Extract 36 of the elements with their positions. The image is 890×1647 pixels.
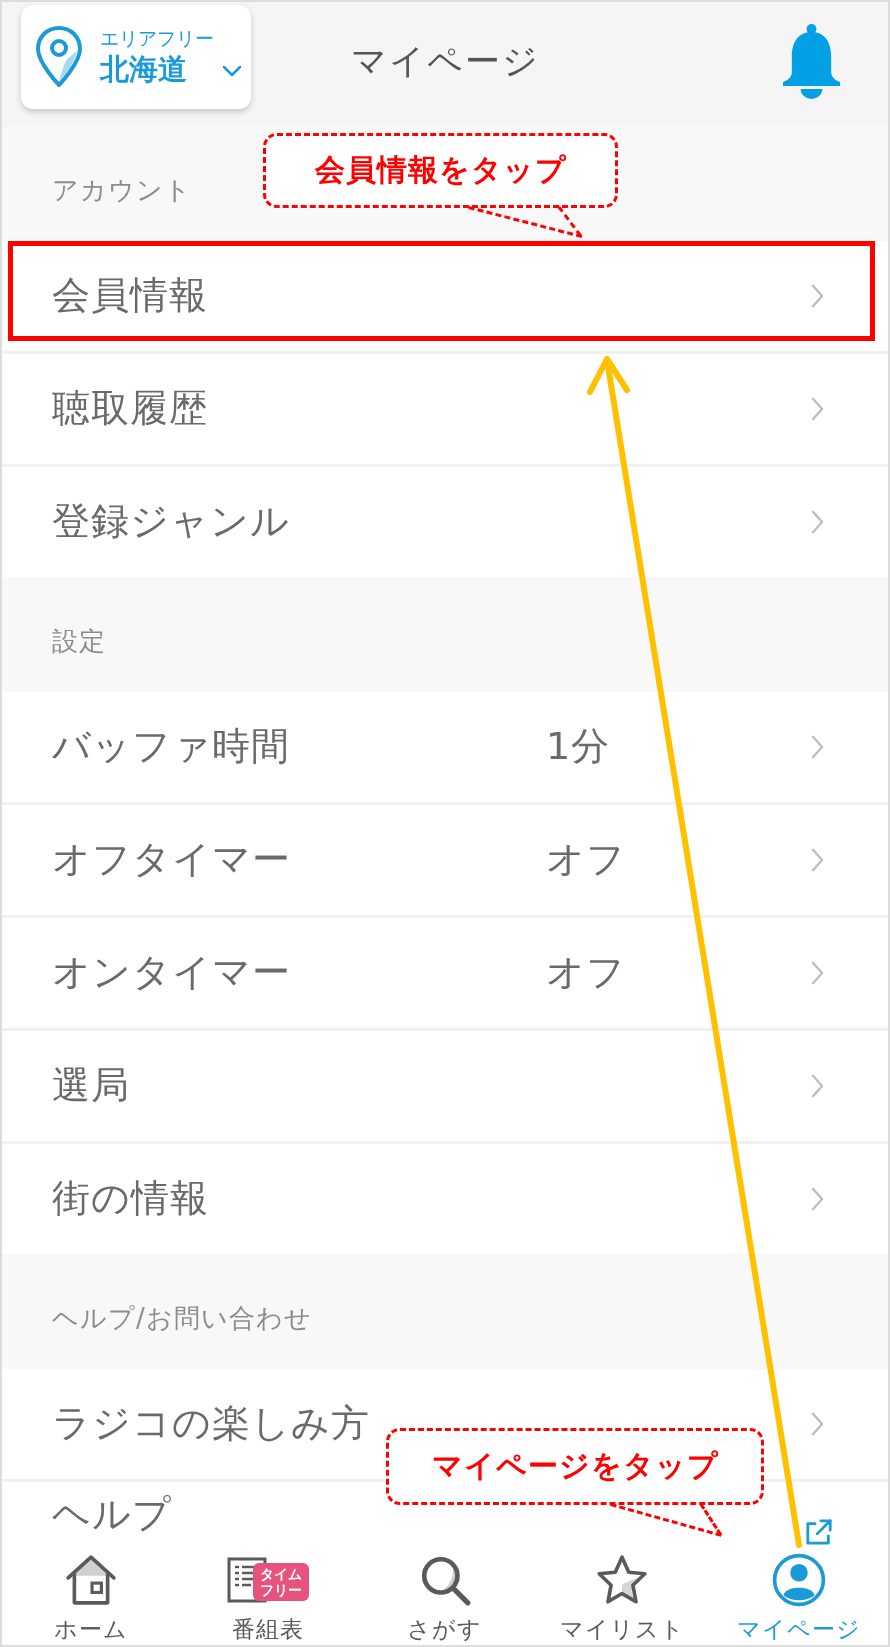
nav-tab[interactable]: さがす (356, 1545, 534, 1645)
chevron-down-icon (222, 65, 242, 77)
menu-row[interactable]: 街の情報 (2, 1144, 888, 1254)
menu-row[interactable]: オフタイマー オフ (2, 805, 888, 915)
nav-tab[interactable]: タイムフリー 番組表 (179, 1545, 357, 1645)
section-title: アカウント (52, 174, 192, 207)
chevron-right-icon (811, 284, 824, 308)
menu-row[interactable]: オンタイマー オフ (2, 918, 888, 1028)
area-selector[interactable]: エリアフリー 北海道 (21, 5, 251, 109)
chevron-right-icon (811, 848, 824, 872)
chevron-right-icon (811, 1074, 824, 1098)
menu-row[interactable]: 選局 (2, 1031, 888, 1141)
chevron-right-icon (811, 397, 824, 421)
chevron-right-icon (811, 1412, 824, 1436)
chevron-right-icon (811, 1187, 824, 1211)
nav-tab[interactable]: マイページ (710, 1545, 888, 1645)
map-pin-icon (34, 25, 84, 89)
page-title: マイページ (350, 39, 540, 83)
star-icon (595, 1553, 650, 1607)
chevron-right-icon (811, 961, 824, 985)
hint-tooltip: 会員情報をタップ (263, 133, 618, 240)
menu-row[interactable]: 会員情報 (2, 241, 888, 351)
chevron-right-icon (811, 510, 824, 534)
section-title: ヘルプ/お問い合わせ (52, 1302, 312, 1335)
external-link-icon (804, 1518, 834, 1545)
notification-bell-icon[interactable] (780, 22, 843, 100)
section-title: 設定 (52, 625, 106, 658)
menu-row[interactable]: 登録ジャンル (2, 467, 888, 577)
chevron-right-icon (811, 735, 824, 759)
menu-row[interactable]: 聴取履歴 (2, 354, 888, 464)
menu-row[interactable]: バッファ時間 1分 (2, 692, 888, 802)
nav-tab[interactable]: ホーム (2, 1545, 180, 1645)
nav-tab[interactable]: マイリスト (533, 1545, 711, 1645)
profile-icon (772, 1553, 827, 1607)
tab-badge: タイムフリー (252, 1563, 309, 1602)
house-icon (63, 1553, 118, 1607)
